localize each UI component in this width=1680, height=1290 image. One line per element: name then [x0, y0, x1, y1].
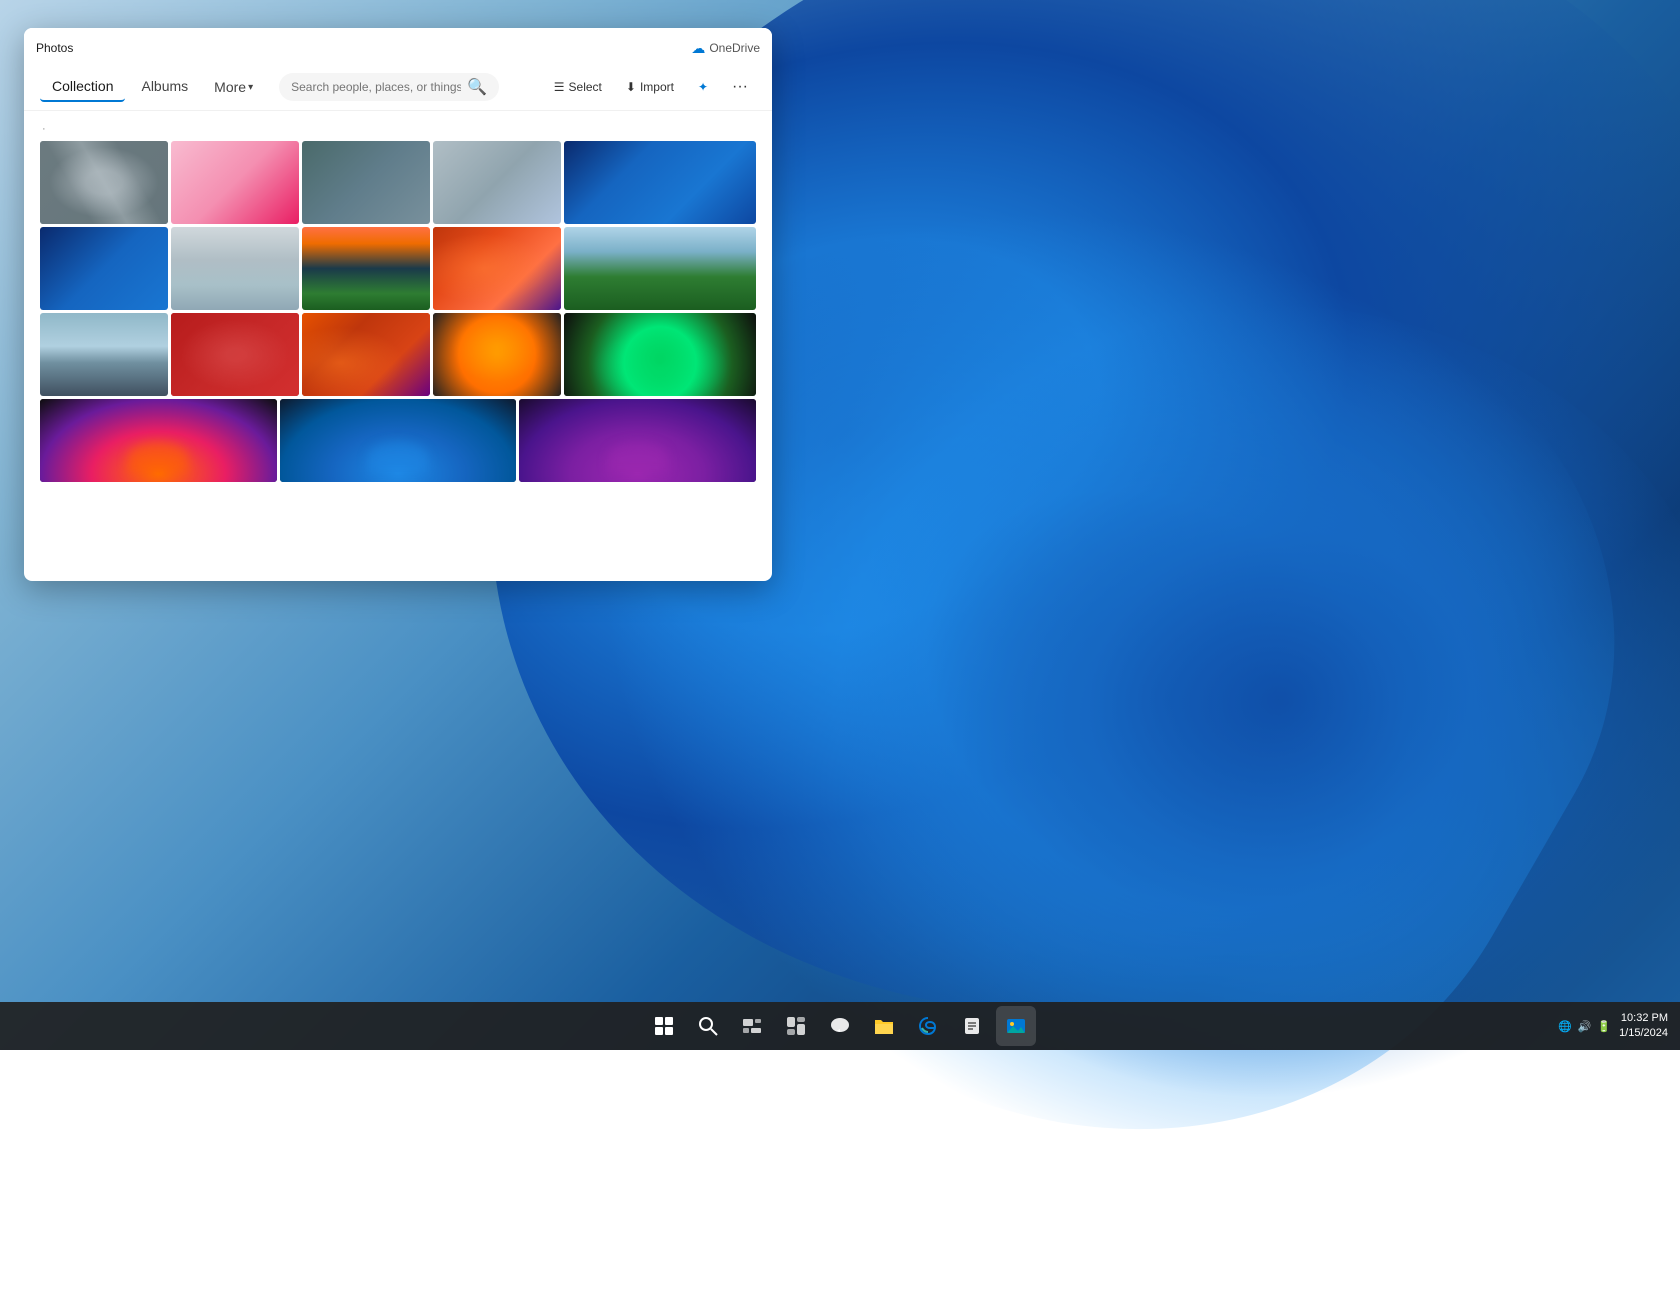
search-icon: 🔍 — [467, 77, 487, 97]
photo-thumb[interactable] — [40, 399, 277, 482]
taskbar-icon-widgets[interactable] — [776, 1006, 816, 1046]
thumb-inner — [40, 227, 168, 310]
taskbar-icon-edge[interactable] — [908, 1006, 948, 1046]
thumb-inner — [433, 313, 561, 396]
thumb-inner — [40, 313, 168, 396]
thumb-inner — [564, 141, 756, 224]
photo-thumb[interactable] — [280, 399, 517, 482]
app-title: Photos — [36, 41, 73, 55]
taskbar-icon-explorer[interactable] — [864, 1006, 904, 1046]
photo-thumb[interactable] — [40, 227, 168, 310]
toolbar: Collection Albums More ▾ 🔍 ☰ Select ⬇ Im… — [24, 68, 772, 111]
photo-thumb[interactable] — [171, 313, 299, 396]
chevron-down-icon: ▾ — [248, 82, 253, 93]
thumb-inner — [433, 227, 561, 310]
more-tab-label: More — [214, 79, 246, 95]
taskbar-icon-photos[interactable] — [996, 1006, 1036, 1046]
thumb-inner — [302, 227, 430, 310]
time-display[interactable]: 10:32 PM 1/15/2024 — [1619, 1011, 1668, 1042]
import-label: Import — [640, 80, 674, 94]
title-bar-left: Photos — [36, 41, 73, 55]
thumb-inner — [302, 313, 430, 396]
toolbar-actions: ☰ Select ⬇ Import ✦ ··· — [546, 74, 756, 100]
volume-icon: 🔊 — [1578, 1020, 1592, 1033]
photos-app-window: Photos ☁ OneDrive Collection Albums More… — [24, 28, 772, 581]
thumb-inner — [519, 399, 756, 482]
more-options-button[interactable]: ··· — [724, 74, 756, 100]
onedrive-label: ☁ OneDrive — [691, 40, 760, 57]
photo-thumb[interactable] — [40, 141, 168, 224]
thumb-inner — [40, 399, 277, 482]
photo-thumb[interactable] — [302, 313, 430, 396]
select-button[interactable]: ☰ Select — [546, 76, 610, 98]
tab-albums[interactable]: Albums — [129, 72, 200, 102]
thumb-inner — [171, 227, 299, 310]
start-icon — [654, 1016, 674, 1036]
photo-thumb[interactable] — [433, 141, 561, 224]
taskbar-center — [644, 1006, 1036, 1046]
taskbar-icon-start[interactable] — [644, 1006, 684, 1046]
explorer-icon — [873, 1016, 895, 1036]
taskbar-icon-notepad[interactable] — [952, 1006, 992, 1046]
select-icon: ☰ — [554, 80, 565, 94]
photo-thumb[interactable] — [564, 313, 756, 396]
photo-thumb[interactable] — [519, 399, 756, 482]
taskbar-search-icon — [698, 1016, 718, 1036]
battery-icon: 🔋 — [1597, 1020, 1611, 1033]
photo-thumb[interactable] — [171, 141, 299, 224]
photo-thumb[interactable] — [171, 227, 299, 310]
magic-button[interactable]: ✦ — [690, 76, 716, 98]
chat-icon — [829, 1015, 851, 1037]
photo-thumb[interactable] — [40, 313, 168, 396]
thumb-inner — [280, 399, 517, 482]
import-button[interactable]: ⬇ Import — [618, 76, 682, 98]
network-icon: 🌐 — [1558, 1020, 1572, 1033]
edge-icon — [918, 1016, 938, 1036]
thumb-inner — [171, 141, 299, 224]
tab-more[interactable]: More ▾ — [204, 73, 263, 101]
title-bar: Photos ☁ OneDrive — [24, 28, 772, 68]
thumb-inner — [564, 227, 756, 310]
photo-thumb[interactable] — [433, 227, 561, 310]
tab-collection[interactable]: Collection — [40, 72, 125, 102]
thumb-inner — [40, 141, 168, 224]
search-input[interactable] — [291, 80, 461, 94]
taskbar: 🌐 🔊 🔋 10:32 PM 1/15/2024 — [0, 1002, 1680, 1050]
photo-thumb[interactable] — [564, 227, 756, 310]
thumb-inner — [433, 141, 561, 224]
grid-row-3 — [40, 313, 756, 396]
grid-row-2 — [40, 227, 756, 310]
onedrive-text: OneDrive — [709, 41, 760, 55]
taskbar-right: 🌐 🔊 🔋 10:32 PM 1/15/2024 — [1558, 1011, 1668, 1042]
search-bar[interactable]: 🔍 — [279, 73, 499, 101]
taskbar-icon-search[interactable] — [688, 1006, 728, 1046]
taskview-icon — [742, 1016, 762, 1036]
widgets-icon — [786, 1016, 806, 1036]
notepad-icon — [963, 1016, 981, 1036]
photos-icon — [1006, 1016, 1026, 1036]
clock-time: 10:32 PM — [1619, 1011, 1668, 1026]
thumb-inner — [564, 313, 756, 396]
magic-icon: ✦ — [698, 80, 708, 94]
photo-thumb[interactable] — [564, 141, 756, 224]
nav-tabs: Collection Albums More ▾ — [40, 72, 263, 102]
grid-date: · — [40, 123, 756, 135]
grid-row-4 — [40, 399, 756, 482]
taskbar-icon-taskview[interactable] — [732, 1006, 772, 1046]
clock-date: 1/15/2024 — [1619, 1026, 1668, 1041]
grid-row-1 — [40, 141, 756, 224]
import-icon: ⬇ — [626, 80, 636, 94]
system-tray: 🌐 🔊 🔋 — [1558, 1020, 1611, 1033]
photo-thumb[interactable] — [433, 313, 561, 396]
thumb-inner — [171, 313, 299, 396]
cloud-icon: ☁ — [691, 40, 705, 57]
photo-grid: · — [24, 111, 772, 581]
select-label: Select — [569, 80, 602, 94]
taskbar-icon-chat[interactable] — [820, 1006, 860, 1046]
photo-thumb[interactable] — [302, 227, 430, 310]
ellipsis-icon: ··· — [732, 78, 748, 95]
photo-thumb[interactable] — [302, 141, 430, 224]
thumb-inner — [302, 141, 430, 224]
